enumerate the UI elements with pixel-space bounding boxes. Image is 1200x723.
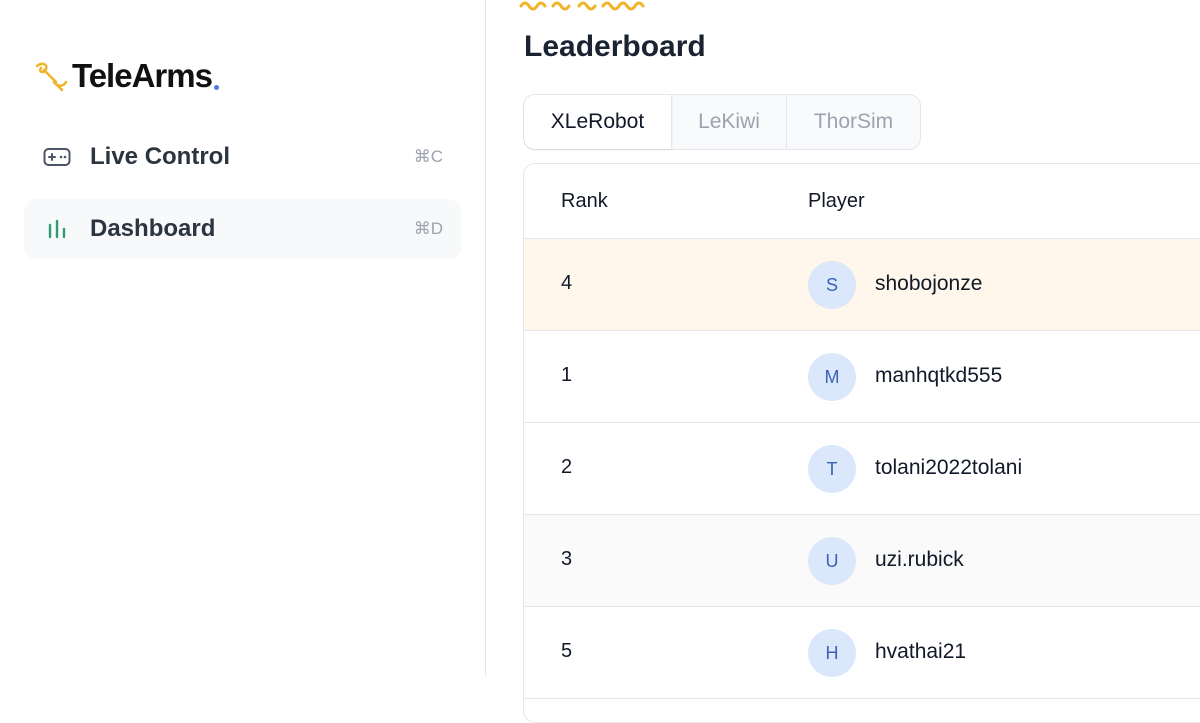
bar-chart-icon xyxy=(42,217,72,241)
main-content: Leaderboard XLeRobot LeKiwi ThorSim Rank… xyxy=(487,0,1200,723)
tab-xlerobot[interactable]: XLeRobot xyxy=(524,95,672,149)
sidebar-item-live-control[interactable]: Live Control ⌘C xyxy=(24,127,461,187)
tab-thorsim[interactable]: ThorSim xyxy=(787,95,920,149)
avatar: M xyxy=(808,353,856,401)
table-row[interactable]: 5 H hvathai21 xyxy=(524,607,1200,699)
leaderboard-table: Rank Player 4 S shobojonze 1 M manhqtkd5… xyxy=(523,163,1200,723)
sidebar: TeleArms Live Control ⌘C Dashboard ⌘D xyxy=(0,0,486,676)
column-header-rank[interactable]: Rank xyxy=(561,190,608,213)
avatar: T xyxy=(808,445,856,493)
table-row[interactable]: 1 M manhqtkd555 xyxy=(524,331,1200,423)
sidebar-item-label: Live Control xyxy=(90,143,231,170)
player-name: uzi.rubick xyxy=(875,548,964,571)
decoration-squiggle-icon xyxy=(519,1,645,11)
rank-cell: 4 xyxy=(561,272,573,294)
avatar: S xyxy=(808,261,856,309)
avatar: U xyxy=(808,537,856,585)
player-name: manhqtkd555 xyxy=(875,364,1003,387)
table-row[interactable]: 2 T tolani2022tolani xyxy=(524,423,1200,515)
avatar: H xyxy=(808,629,856,677)
page-title: Leaderboard xyxy=(524,30,706,63)
robot-arm-logo-icon xyxy=(35,62,68,92)
player-name: shobojonze xyxy=(875,272,983,295)
shortcut-hint: ⌘C xyxy=(413,147,443,166)
rank-cell: 5 xyxy=(561,640,573,662)
brand-dot xyxy=(213,84,219,90)
robot-tabs: XLeRobot LeKiwi ThorSim xyxy=(523,94,921,150)
sidebar-item-dashboard[interactable]: Dashboard ⌘D xyxy=(24,199,461,259)
column-header-player[interactable]: Player xyxy=(808,190,865,213)
table-header: Rank Player xyxy=(524,164,1200,239)
brand-logo[interactable]: TeleArms xyxy=(34,56,219,96)
rank-cell: 3 xyxy=(561,548,573,570)
table-row[interactable]: 3 U uzi.rubick xyxy=(524,515,1200,607)
rank-cell: 2 xyxy=(561,456,573,478)
tab-lekiwi[interactable]: LeKiwi xyxy=(672,95,787,149)
table-row[interactable]: 4 S shobojonze xyxy=(524,239,1200,331)
rank-cell: 1 xyxy=(561,364,573,386)
player-name: tolani2022tolani xyxy=(875,456,1023,479)
brand-name: TeleArms xyxy=(72,57,213,94)
sidebar-item-label: Dashboard xyxy=(90,215,216,242)
shortcut-hint: ⌘D xyxy=(413,219,443,238)
gamepad-icon xyxy=(42,145,72,169)
player-name: hvathai21 xyxy=(875,640,967,663)
